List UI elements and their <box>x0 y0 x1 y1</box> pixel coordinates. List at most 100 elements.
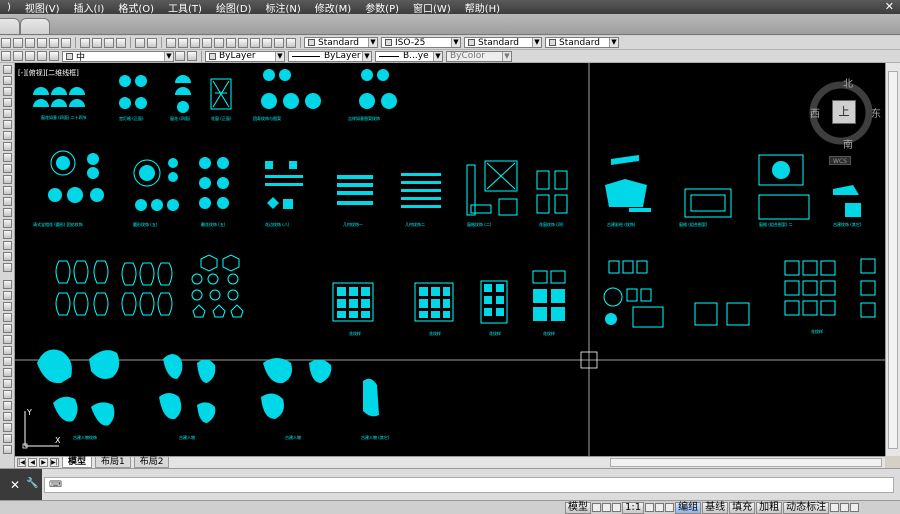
properties-icon[interactable] <box>214 37 224 48</box>
pan-icon[interactable] <box>166 37 176 48</box>
hardware-acceleration-icon[interactable] <box>840 503 850 512</box>
toggle-baseline[interactable]: 基线 <box>702 501 729 514</box>
workspace-icon[interactable] <box>665 503 675 512</box>
horizontal-scrollbar[interactable] <box>610 458 882 467</box>
polygon-icon[interactable] <box>3 98 12 107</box>
move-icon[interactable] <box>3 335 12 344</box>
line-icon[interactable] <box>3 65 12 74</box>
new-file-tab[interactable] <box>20 18 50 34</box>
menu-window[interactable]: 窗口(W) <box>406 0 458 15</box>
zoom-realtime-icon[interactable] <box>178 37 188 48</box>
arc-icon[interactable] <box>3 120 12 129</box>
next-tab-icon[interactable]: ▶ <box>39 458 48 467</box>
scroll-thumb[interactable] <box>888 71 898 449</box>
revision-cloud-icon[interactable] <box>3 142 12 151</box>
vertical-scrollbar[interactable] <box>885 63 900 456</box>
layer-previous-icon[interactable] <box>187 51 197 61</box>
layer-on-icon[interactable] <box>25 51 35 61</box>
spline-icon[interactable] <box>3 153 12 162</box>
menu-draw[interactable]: 绘图(D) <box>209 0 259 15</box>
toggle-group[interactable]: 编组 <box>675 501 702 514</box>
extend-icon[interactable] <box>3 390 12 399</box>
circle-icon[interactable] <box>3 131 12 140</box>
explode-icon[interactable] <box>3 445 12 454</box>
rotate-icon[interactable] <box>3 346 12 355</box>
zoom-window-icon[interactable] <box>190 37 200 48</box>
break-icon[interactable] <box>3 401 12 410</box>
lock-icon[interactable] <box>830 503 840 512</box>
first-tab-icon[interactable]: |◀ <box>17 458 26 467</box>
open-icon[interactable] <box>13 37 23 48</box>
menu-parametric[interactable]: 参数(P) <box>358 0 406 15</box>
ellipse-arc-icon[interactable] <box>3 175 12 184</box>
toggle-bold[interactable]: 加粗 <box>756 501 783 514</box>
plotstyle-combo[interactable]: ByColor ▼ <box>446 50 512 62</box>
fillet-icon[interactable] <box>3 434 12 443</box>
close-icon[interactable]: ✕ <box>10 478 20 492</box>
redo-icon[interactable] <box>147 37 157 48</box>
cut-icon[interactable] <box>80 37 90 48</box>
make-block-icon[interactable] <box>3 197 12 206</box>
print-icon[interactable] <box>37 37 47 48</box>
layer-freeze-icon[interactable] <box>37 51 47 61</box>
file-tab-current[interactable] <box>0 18 20 34</box>
insert-block-icon[interactable] <box>3 186 12 195</box>
match-properties-icon[interactable] <box>116 37 126 48</box>
drawing-canvas[interactable]: [-][俯视][二维线框] 窗花如意 (四面) 二十四节 宫灯格 (正面) 窗花… <box>15 63 885 456</box>
point-icon[interactable] <box>3 208 12 217</box>
ellipse-icon[interactable] <box>3 164 12 173</box>
toggle-dynamic-dimension[interactable]: 动态标注 <box>783 501 830 514</box>
region-icon[interactable] <box>3 241 12 250</box>
make-current-icon[interactable] <box>175 51 185 61</box>
chamfer-icon[interactable] <box>3 423 12 432</box>
trim-icon[interactable] <box>3 379 12 388</box>
construction-line-icon[interactable] <box>3 76 12 85</box>
mtext-icon[interactable] <box>3 263 12 272</box>
preview-icon[interactable] <box>49 37 59 48</box>
text-style-combo[interactable]: Standard ▼ <box>304 37 378 48</box>
menu-tools[interactable]: 工具(T) <box>161 0 209 15</box>
layer-properties-icon[interactable] <box>1 51 11 61</box>
tab-layout1[interactable]: 布局1 <box>95 457 131 468</box>
menu-dimension[interactable]: 标注(N) <box>258 0 307 15</box>
viewcube-top-face[interactable]: 上 <box>832 100 856 124</box>
menu-modify[interactable]: 修改(M) <box>308 0 358 15</box>
publish-icon[interactable] <box>61 37 71 48</box>
new-icon[interactable] <box>1 37 11 48</box>
color-combo[interactable]: ByLayer ▼ <box>205 50 285 62</box>
rectangle-icon[interactable] <box>3 109 12 118</box>
dim-style-combo[interactable]: ISO-25 ▼ <box>381 37 461 48</box>
save-icon[interactable] <box>25 37 35 48</box>
wcs-menu[interactable]: WCS <box>829 156 851 165</box>
layer-combo[interactable]: 中 ▼ <box>62 50 174 62</box>
paste-icon[interactable] <box>104 37 114 48</box>
quick-view-layouts-icon[interactable] <box>592 503 601 512</box>
menu-format[interactable]: 格式(O) <box>111 0 161 15</box>
copy-object-icon[interactable] <box>3 291 12 300</box>
menu-view[interactable]: 视图(V) <box>18 0 67 15</box>
auto-scale-icon[interactable] <box>655 503 665 512</box>
linetype-combo[interactable]: ByLayer ▼ <box>288 50 372 62</box>
gradient-icon[interactable] <box>3 230 12 239</box>
menu-help[interactable]: 帮助(H) <box>458 0 507 15</box>
table-icon[interactable] <box>3 252 12 261</box>
stretch-icon[interactable] <box>3 368 12 377</box>
table-style-combo[interactable]: Standard ▼ <box>464 37 542 48</box>
tool-palettes-icon[interactable] <box>238 37 248 48</box>
design-center-icon[interactable] <box>226 37 236 48</box>
tab-layout2[interactable]: 布局2 <box>133 457 170 468</box>
annotation-scale[interactable]: 1:1 <box>622 501 645 514</box>
model-space-button[interactable]: 模型 <box>565 501 591 514</box>
toggle-fill[interactable]: 填充 <box>729 501 756 514</box>
compass-west[interactable]: 西 <box>810 105 820 120</box>
compass-north[interactable]: 北 <box>843 75 853 90</box>
calculator-icon[interactable] <box>274 37 284 48</box>
layer-state-icon[interactable] <box>13 51 23 61</box>
multileader-style-combo[interactable]: Standard ▼ <box>545 37 619 48</box>
command-input[interactable]: ⌨ <box>44 477 894 493</box>
join-icon[interactable] <box>3 412 12 421</box>
compass-south[interactable]: 南 <box>843 136 853 151</box>
scale-icon[interactable] <box>3 357 12 366</box>
zoom-previous-icon[interactable] <box>202 37 212 48</box>
hatch-icon[interactable] <box>3 219 12 228</box>
